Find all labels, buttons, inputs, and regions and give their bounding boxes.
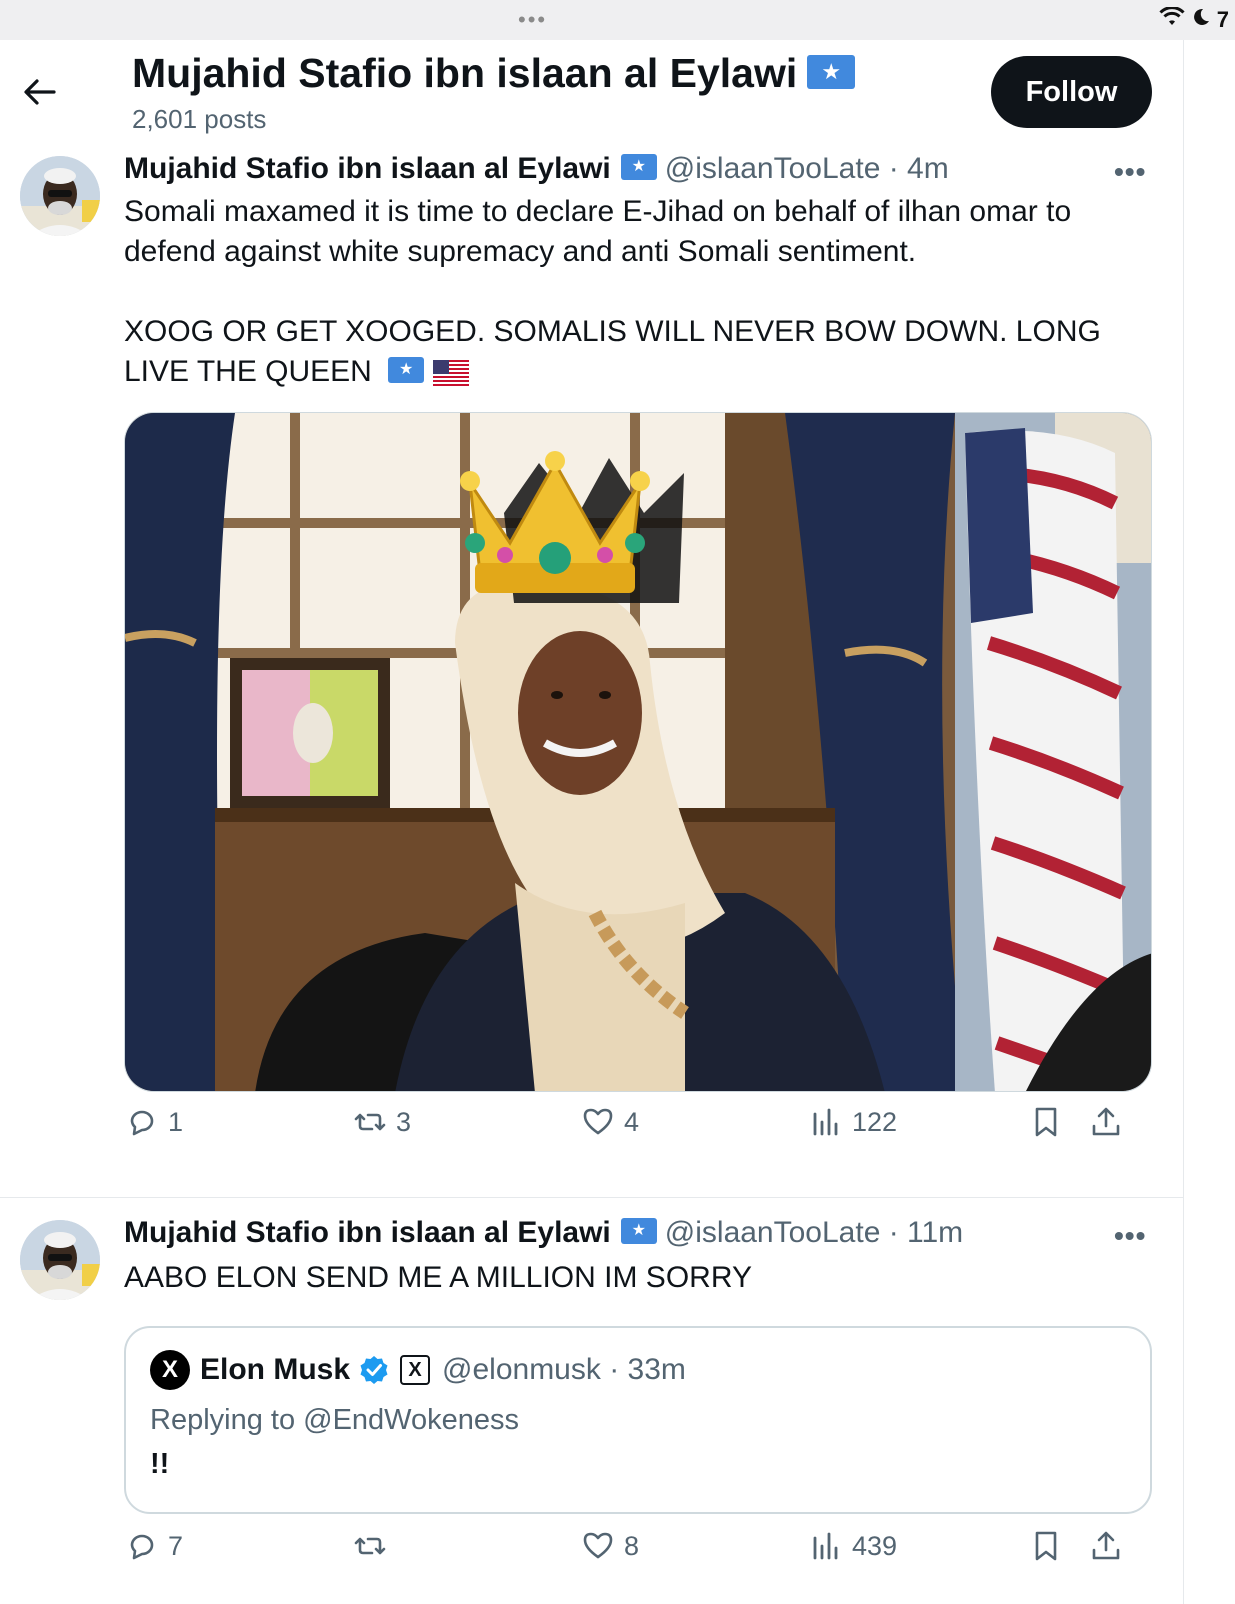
tweet-paragraph-text: XOOG OR GET XOOGED. SOMALIS WILL NEVER B… <box>124 315 1101 388</box>
avatar[interactable] <box>20 1220 100 1300</box>
somalia-flag-icon: ★ <box>807 55 856 90</box>
quoted-tweet-text: !! <box>150 1448 170 1480</box>
tweet-text: AABO ELON SEND ME A MILLION IM SORRY <box>124 1261 752 1294</box>
status-icons: 7 <box>1158 6 1229 33</box>
avatar[interactable] <box>20 156 100 236</box>
somalia-flag-icon: ★ <box>388 357 425 384</box>
like-count: 4 <box>624 1106 640 1137</box>
views-button[interactable]: 439 <box>808 1522 897 1570</box>
like-button[interactable]: 8 <box>580 1522 639 1570</box>
follow-button[interactable]: Follow <box>991 56 1152 128</box>
clock-fragment: 7 <box>1216 7 1229 32</box>
like-count: 8 <box>624 1530 640 1561</box>
profile-header: Mujahid Stafio ibn islaan al Eylawi ★ 2,6… <box>0 40 1183 140</box>
page-title: Mujahid Stafio ibn islaan al Eylawi ★ <box>132 50 856 97</box>
repost-button[interactable] <box>352 1522 396 1570</box>
reply-button[interactable]: 7 <box>124 1522 183 1570</box>
verified-badge-icon <box>358 1354 390 1386</box>
more-options-button[interactable]: ••• <box>1114 1220 1146 1252</box>
tweet-actions: 7 8 439 <box>124 1522 1164 1570</box>
views-count: 439 <box>852 1530 898 1561</box>
share-icon <box>1092 1107 1120 1136</box>
tweet-actions: 1 3 4 122 <box>124 1098 1164 1146</box>
author-name[interactable]: Mujahid Stafio ibn islaan al Eylawi <box>124 1216 611 1249</box>
arrow-left-icon <box>24 79 56 105</box>
reply-count: 7 <box>168 1530 184 1561</box>
author-name[interactable]: Mujahid Stafio ibn islaan al Eylawi <box>124 152 611 185</box>
analytics-icon <box>813 1532 838 1560</box>
page-title-text: Mujahid Stafio ibn islaan al Eylawi <box>132 50 798 96</box>
back-button[interactable] <box>20 72 60 112</box>
quoted-tweet[interactable]: X Elon Musk X @elonmusk · 33m Replying t… <box>124 1326 1152 1514</box>
x-affiliate-badge-icon: X <box>400 1355 431 1385</box>
bookmark-icon <box>1035 1531 1057 1561</box>
tweet[interactable]: Mujahid Stafio ibn islaan al Eylawi ★ @isl… <box>0 1198 1183 1604</box>
bookmark-button[interactable] <box>1028 1522 1064 1570</box>
tweet-header: Mujahid Stafio ibn islaan al Eylawi ★ @isl… <box>124 152 949 186</box>
quoted-author-name[interactable]: Elon Musk <box>200 1353 350 1387</box>
reply-count: 1 <box>168 1106 184 1137</box>
repost-icon <box>354 1537 386 1555</box>
reply-icon <box>130 1534 154 1560</box>
more-options-button[interactable]: ••• <box>1114 156 1146 188</box>
quoted-tweet-header: X Elon Musk X @elonmusk · 33m <box>150 1350 686 1390</box>
reply-icon <box>130 1110 154 1136</box>
repost-icon <box>354 1113 386 1131</box>
heart-icon <box>583 1108 613 1135</box>
tweet-header: Mujahid Stafio ibn islaan al Eylawi ★ @isl… <box>124 1216 963 1250</box>
somalia-flag-icon: ★ <box>620 154 657 181</box>
repost-count: 3 <box>396 1106 412 1137</box>
repost-button[interactable]: 3 <box>352 1098 411 1146</box>
multitasking-dots[interactable]: ••• <box>518 9 547 31</box>
post-count: 2,601 posts <box>132 104 267 134</box>
quoted-handle-time[interactable]: @elonmusk · 33m <box>442 1353 686 1387</box>
heart-icon <box>583 1532 613 1559</box>
reply-button[interactable]: 1 <box>124 1098 183 1146</box>
tweet-paragraph: Somali maxamed it is time to declare E-J… <box>124 195 1072 268</box>
moon-icon <box>1191 7 1211 33</box>
status-bar: ••• 7 <box>0 0 1235 40</box>
column-border <box>1183 40 1184 1604</box>
bookmark-icon <box>1035 1107 1057 1137</box>
bookmark-button[interactable] <box>1028 1098 1064 1146</box>
replying-to-label[interactable]: Replying to @EndWokeness <box>150 1404 519 1437</box>
author-handle-time[interactable]: @islaanTooLate · 4m <box>665 152 949 185</box>
share-icon <box>1092 1531 1120 1560</box>
author-handle-time[interactable]: @islaanTooLate · 11m <box>665 1216 963 1249</box>
somalia-flag-icon: ★ <box>620 1218 657 1245</box>
analytics-icon <box>813 1108 838 1136</box>
x-logo-avatar-icon[interactable]: X <box>150 1350 190 1390</box>
tweet-photo[interactable] <box>124 412 1152 1092</box>
share-button[interactable] <box>1088 1098 1124 1146</box>
us-flag-icon <box>432 357 469 387</box>
tweet-paragraph: XOOG OR GET XOOGED. SOMALIS WILL NEVER B… <box>124 312 1164 392</box>
wifi-icon <box>1158 6 1185 33</box>
like-button[interactable]: 4 <box>580 1098 639 1146</box>
tweet[interactable]: Mujahid Stafio ibn islaan al Eylawi ★ @isl… <box>0 140 1183 1196</box>
tweet-text: Somali maxamed it is time to declare E-J… <box>124 192 1164 392</box>
views-button[interactable]: 122 <box>808 1098 897 1146</box>
share-button[interactable] <box>1088 1522 1124 1570</box>
views-count: 122 <box>852 1106 898 1137</box>
